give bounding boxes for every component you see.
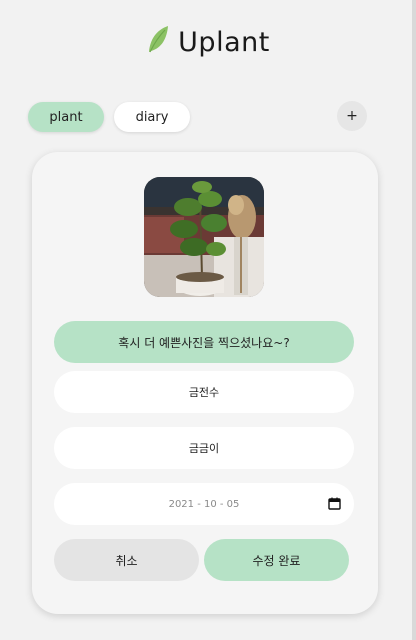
app-header: Uplant: [0, 20, 416, 64]
date-field[interactable]: 2021 - 10 - 05: [54, 483, 354, 525]
plant-nickname-field[interactable]: 금금이: [54, 427, 354, 469]
cancel-button[interactable]: 취소: [54, 539, 199, 581]
app-page: Uplant plant diary + 혹시 더 예쁜사진을 찍으셨나요~? …: [0, 0, 416, 640]
leaf-icon: [149, 26, 169, 53]
submit-edit-button[interactable]: 수정 완료: [204, 539, 349, 581]
plant-name-field[interactable]: 금전수: [54, 371, 354, 413]
date-value: 2021 - 10 - 05: [168, 498, 240, 510]
edit-plant-card: 혹시 더 예쁜사진을 찍으셨나요~? 금전수 금금이 2021 - 10 - 0…: [32, 152, 378, 614]
scrollbar-track[interactable]: [412, 0, 416, 640]
tab-plant[interactable]: plant: [28, 102, 104, 132]
plant-photo-image: [144, 177, 264, 297]
app-title: Uplant: [178, 26, 270, 58]
calendar-icon[interactable]: [328, 497, 341, 510]
tab-diary[interactable]: diary: [114, 102, 190, 132]
add-button[interactable]: +: [337, 101, 367, 131]
change-photo-button[interactable]: 혹시 더 예쁜사진을 찍으셨나요~?: [54, 321, 354, 363]
plant-photo[interactable]: [144, 177, 264, 297]
tab-bar: plant diary: [28, 102, 190, 132]
